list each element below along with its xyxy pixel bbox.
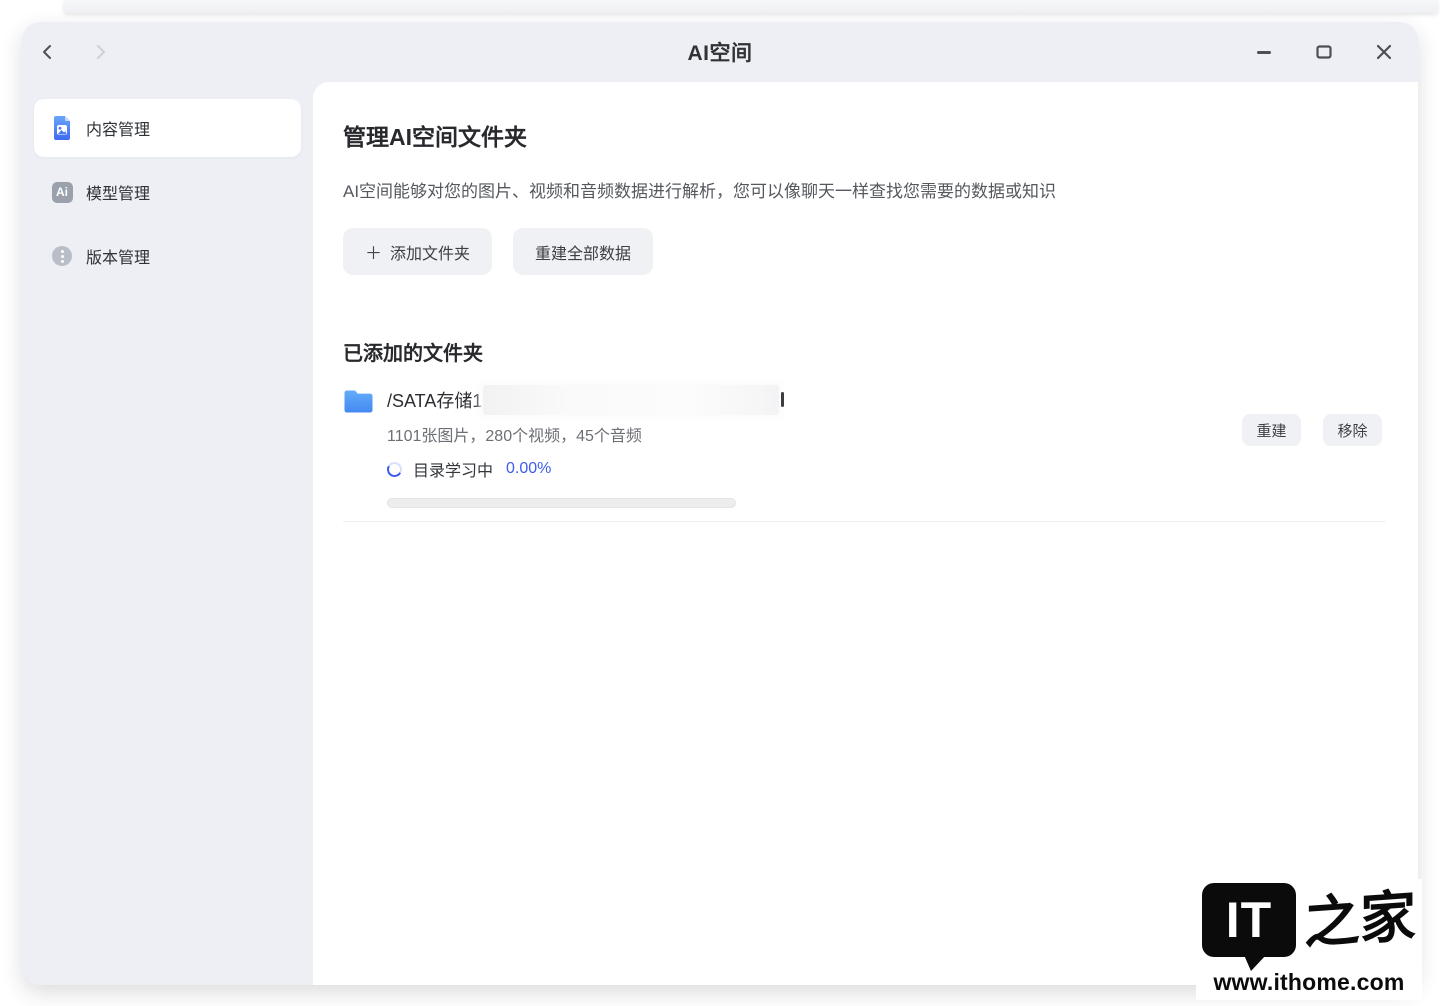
sidebar-item-label: 模型管理 bbox=[86, 180, 150, 204]
back-icon[interactable] bbox=[38, 43, 56, 61]
it-logo-text: IT bbox=[1226, 891, 1272, 949]
redacted-path-blur bbox=[483, 385, 779, 415]
ithome-watermark: IT 之家 www.ithome.com bbox=[1196, 879, 1422, 1000]
rebuild-all-label: 重建全部数据 bbox=[535, 240, 631, 264]
added-folders-heading: 已添加的文件夹 bbox=[343, 337, 1386, 366]
add-folder-button[interactable]: ＋ 添加文件夹 bbox=[343, 228, 492, 275]
sidebar-item-label: 版本管理 bbox=[86, 244, 150, 268]
window-title: AI空间 bbox=[688, 37, 753, 67]
watermark-url: www.ithome.com bbox=[1213, 969, 1404, 996]
background-window-strip bbox=[64, 0, 1438, 13]
status-percent: 0.00% bbox=[506, 460, 551, 478]
action-row: ＋ 添加文件夹 重建全部数据 bbox=[343, 228, 1386, 275]
forward-icon[interactable] bbox=[92, 43, 110, 61]
sidebar-item-version-management[interactable]: 版本管理 bbox=[34, 227, 301, 285]
remove-button[interactable]: 移除 bbox=[1323, 414, 1382, 446]
app-window: AI空间 bbox=[22, 22, 1418, 985]
titlebar: AI空间 bbox=[22, 22, 1418, 82]
sidebar-item-model-management[interactable]: Ai 模型管理 bbox=[34, 163, 301, 221]
folder-path: /SATA存储1 bbox=[387, 387, 482, 413]
folder-list-item: /SATA存储1 1101张图片，280个视频，45个音频 目录学习中 0.00… bbox=[343, 387, 1386, 522]
plus-icon: ＋ bbox=[365, 239, 382, 264]
nav-arrows bbox=[22, 43, 110, 61]
sidebar-item-label: 内容管理 bbox=[86, 116, 150, 140]
close-icon[interactable] bbox=[1374, 42, 1394, 62]
progress-bar bbox=[387, 498, 736, 508]
status-label: 目录学习中 bbox=[413, 457, 493, 481]
window-controls bbox=[1254, 42, 1418, 62]
version-dots-icon bbox=[51, 244, 73, 268]
media-file-icon bbox=[51, 116, 73, 140]
page-description: AI空间能够对您的图片、视频和音频数据进行解析，您可以像聊天一样查找您需要的数据… bbox=[343, 177, 1386, 202]
ithome-logo: IT 之家 bbox=[1202, 883, 1416, 957]
ai-model-icon: Ai bbox=[51, 180, 73, 204]
maximize-icon[interactable] bbox=[1314, 42, 1334, 62]
sidebar: 内容管理 Ai 模型管理 版本管理 bbox=[22, 82, 313, 985]
loading-spinner-icon bbox=[385, 460, 403, 478]
rebuild-all-button[interactable]: 重建全部数据 bbox=[513, 228, 653, 275]
rebuild-button[interactable]: 重建 bbox=[1242, 414, 1301, 446]
folder-status: 目录学习中 0.00% bbox=[387, 457, 779, 481]
add-folder-label: 添加文件夹 bbox=[390, 240, 470, 264]
folder-icon bbox=[343, 389, 374, 414]
page-title: 管理AI空间文件夹 bbox=[343, 118, 1386, 152]
it-bubble-icon: IT bbox=[1202, 883, 1296, 957]
folder-actions: 重建 移除 bbox=[1242, 414, 1382, 446]
main-panel: 管理AI空间文件夹 AI空间能够对您的图片、视频和音频数据进行解析，您可以像聊天… bbox=[313, 82, 1418, 985]
zhijia-calligraphy: 之家 bbox=[1304, 888, 1416, 952]
divider bbox=[343, 521, 1386, 522]
folder-meta: 1101张图片，280个视频，45个音频 bbox=[387, 422, 779, 446]
minimize-icon[interactable] bbox=[1254, 42, 1274, 62]
sidebar-item-content-management[interactable]: 内容管理 bbox=[34, 99, 301, 157]
